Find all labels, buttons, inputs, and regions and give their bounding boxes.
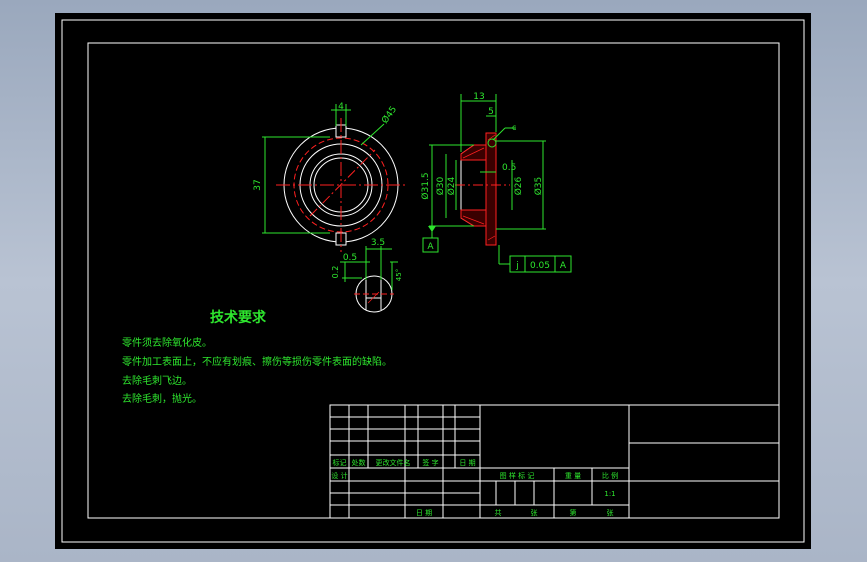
rev-header-count: 处数 [352, 458, 366, 467]
date-label: 日 期 [416, 509, 432, 517]
sheet-total-label: 共 [495, 508, 502, 517]
datum-label: A [427, 242, 434, 252]
dim-side-width: 13 [473, 92, 484, 102]
design-label: 设 计 [331, 471, 347, 480]
tech-requirement-1: 零件须去除氧化皮。 [122, 336, 212, 349]
rev-header-mark: 标记 [333, 458, 347, 467]
drawing-mark-label: 图 样 标 记 [500, 471, 535, 480]
rev-header-date: 日 期 [459, 459, 475, 467]
dim-detail-angle: 45° [395, 269, 403, 281]
dim-slot-width: 4 [338, 102, 344, 112]
dim-d2: Ø30 [435, 176, 446, 195]
tolerance-datum: A [560, 261, 567, 271]
dim-side-chamfer: 0.5 [502, 163, 516, 173]
sheet-index-unit: 张 [607, 508, 614, 517]
scale-label: 比 例 [602, 471, 618, 480]
scale-value: 1:1 [604, 490, 615, 498]
dim-detail-chamfer: 0.5 [343, 253, 357, 263]
cad-drawing[interactable]: 4 Ø45 37 13 5 0.5 c Ø31.5 Ø30 Ø24 Ø26 Ø3… [0, 0, 867, 562]
surface-mark-label: c [512, 123, 516, 132]
sheet-index-label: 第 [570, 508, 577, 517]
tech-requirement-4: 去除毛刺，抛光。 [122, 392, 202, 405]
tolerance-symbol: j [515, 261, 519, 271]
sheet-total-unit: 张 [531, 508, 538, 517]
dim-d4: Ø26 [513, 176, 524, 195]
dim-detail-depth: 0.2 [331, 266, 340, 279]
dim-d1: Ø31.5 [420, 172, 431, 199]
dim-detail-width: 3.5 [371, 238, 385, 248]
tolerance-value: 0.05 [530, 261, 550, 271]
tech-requirement-2: 零件加工表面上，不应有划痕、擦伤等损伤零件表面的缺陷。 [122, 355, 392, 368]
dim-height: 37 [253, 179, 263, 190]
dim-d5: Ø35 [533, 177, 544, 196]
dim-d3: Ø24 [446, 176, 457, 195]
tech-requirements-title: 技术要求 [210, 309, 267, 326]
rev-header-sign: 签 字 [422, 458, 438, 467]
tech-requirement-3: 去除毛刺飞边。 [122, 374, 192, 387]
rev-header-file: 更改文件名 [376, 458, 411, 467]
dim-flange: 5 [488, 107, 494, 117]
weight-label: 重 量 [565, 472, 581, 480]
drawing-paper [55, 13, 811, 549]
